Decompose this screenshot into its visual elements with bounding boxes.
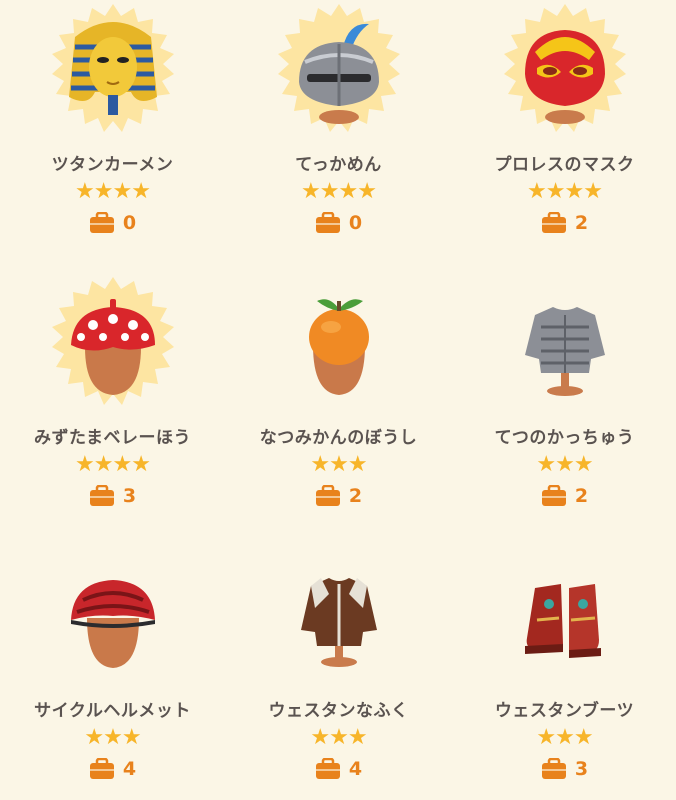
bag-icon (541, 758, 566, 779)
star-rating: ★★★★ (301, 179, 377, 204)
star-rating: ★★★ (84, 725, 141, 750)
bag-icon (541, 485, 566, 506)
star-rating: ★★★ (310, 725, 367, 750)
bag-icon (89, 485, 114, 506)
item-name: サイクルヘルメット (34, 701, 191, 721)
owned-count: 2 (348, 485, 363, 507)
bag-icon (89, 758, 114, 779)
owned-count-row: 2 (452, 483, 676, 509)
item-name: みずたまベレーほう (34, 428, 191, 448)
item-card[interactable]: みずたまベレーほう ★★★★ 3 (0, 273, 225, 523)
item-card[interactable]: プロレスのマスク ★★★★ 2 (452, 0, 676, 250)
owned-count-row: 0 (0, 210, 225, 236)
owned-count-row: 0 (226, 210, 451, 236)
owned-count: 2 (574, 212, 589, 234)
item-name: ツタンカーメン (51, 155, 174, 175)
item-card[interactable]: ウェスタンなふく ★★★ 4 (226, 546, 451, 796)
bag-icon (89, 212, 114, 233)
item-name: プロレスのマスク (494, 155, 635, 175)
item-name: てっかめん (295, 155, 382, 175)
owned-count: 0 (122, 212, 137, 234)
star-rating: ★★★ (536, 452, 593, 477)
iron-armor-icon (495, 275, 635, 415)
owned-count: 4 (122, 758, 137, 780)
bike-helmet-icon (43, 548, 183, 688)
bag-icon (315, 212, 340, 233)
owned-count-row: 3 (452, 756, 676, 782)
item-name: なつみかんのぼうし (259, 428, 418, 448)
orange-hat-icon (269, 275, 409, 415)
owned-count-row: 2 (452, 210, 676, 236)
owned-count: 4 (348, 758, 363, 780)
owned-count: 3 (574, 758, 589, 780)
pharaoh-mask-icon (43, 2, 183, 142)
item-card[interactable]: てっかめん ★★★★ 0 (226, 0, 451, 250)
item-card[interactable]: てつのかっちゅう ★★★ 2 (452, 273, 676, 523)
item-name: ウェスタンなふく (268, 701, 409, 721)
bag-icon (315, 485, 340, 506)
owned-count: 2 (574, 485, 589, 507)
item-card[interactable]: サイクルヘルメット ★★★ 4 (0, 546, 225, 796)
bag-icon (315, 758, 340, 779)
item-card[interactable]: ツタンカーメン ★★★★ 0 (0, 0, 225, 250)
star-rating: ★★★★ (75, 179, 151, 204)
item-grid: ツタンカーメン ★★★★ 0 てっかめん ★★★★ 0 プロレスのマスク ★★★… (0, 0, 676, 800)
star-rating: ★★★★ (75, 452, 151, 477)
star-rating: ★★★ (536, 725, 593, 750)
item-card[interactable]: なつみかんのぼうし ★★★ 2 (226, 273, 451, 523)
item-name: ウェスタンブーツ (494, 701, 635, 721)
wrestling-mask-icon (495, 2, 635, 142)
bag-icon (541, 212, 566, 233)
owned-count: 0 (348, 212, 363, 234)
polka-dot-beret-icon (43, 275, 183, 415)
star-rating: ★★★★ (527, 179, 603, 204)
owned-count-row: 4 (226, 756, 451, 782)
owned-count: 3 (122, 485, 137, 507)
owned-count-row: 4 (0, 756, 225, 782)
owned-count-row: 3 (0, 483, 225, 509)
owned-count-row: 2 (226, 483, 451, 509)
knight-helmet-icon (269, 2, 409, 142)
item-card[interactable]: ウェスタンブーツ ★★★ 3 (452, 546, 676, 796)
item-name: てつのかっちゅう (494, 428, 635, 448)
western-boots-icon (495, 548, 635, 688)
western-shirt-icon (269, 548, 409, 688)
star-rating: ★★★ (310, 452, 367, 477)
